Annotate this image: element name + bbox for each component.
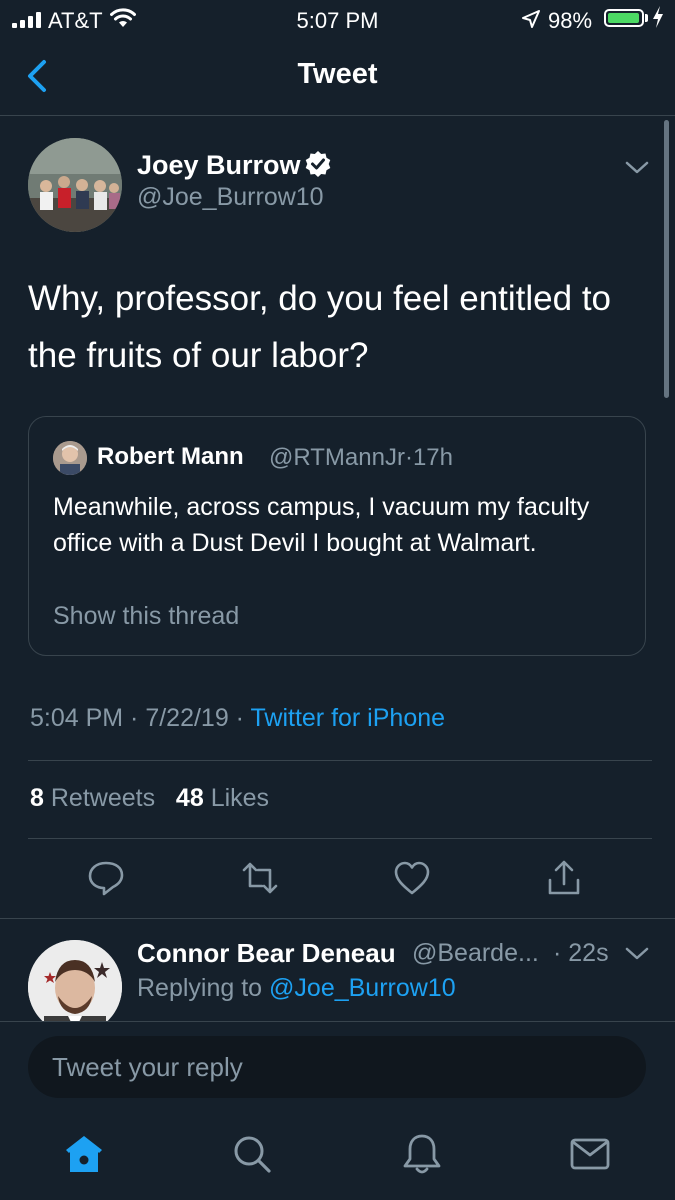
likes-count: 48 — [175, 784, 204, 812]
battery-icon — [604, 9, 644, 27]
messages-icon[interactable] — [568, 1132, 612, 1176]
author-handle[interactable]: @Joe_Burrow10 — [137, 183, 324, 212]
divider — [28, 760, 652, 761]
chevron-down-icon[interactable] — [624, 946, 650, 962]
tweet-text: Why, professor, do you feel entitled to … — [28, 279, 612, 375]
divider — [28, 838, 652, 839]
divider — [0, 918, 675, 919]
home-icon[interactable] — [62, 1132, 106, 1176]
location-arrow-icon — [522, 10, 540, 28]
reply-author-avatar[interactable] — [28, 940, 122, 1034]
replying-to-link[interactable]: @Joe_Burrow10 — [269, 974, 456, 1002]
timestamp-text: 5:04 PM · 7/22/19 · — [30, 704, 251, 732]
retweet-icon[interactable] — [240, 858, 280, 898]
battery-percent: 98% — [548, 8, 593, 33]
retweets-stat[interactable]: 8 Retweets — [30, 784, 155, 812]
replying-prefix: Replying to — [137, 974, 270, 1002]
author-name[interactable]: Joey Burrow — [137, 150, 301, 181]
source-link[interactable]: Twitter for iPhone — [251, 704, 446, 732]
reply-input[interactable]: Tweet your reply — [28, 1036, 646, 1098]
status-bar: AT&T 5:07 PM 98% — [0, 0, 675, 38]
tweet-timestamp: 5:04 PM · 7/22/19 · Twitter for iPhone — [30, 704, 445, 733]
likes-label: Likes — [210, 784, 270, 812]
verified-badge-icon — [305, 151, 331, 177]
page-title: Tweet — [297, 58, 378, 90]
quoted-separator: · — [404, 444, 413, 471]
quoted-tweet[interactable]: Robert Mann @RTMannJr·17h Meanwhile, acr… — [28, 416, 646, 656]
likes-stat[interactable]: 48 Likes — [176, 784, 269, 812]
reply-time: · 22s — [553, 939, 609, 967]
chevron-down-icon[interactable] — [624, 160, 650, 176]
like-icon[interactable] — [392, 858, 432, 898]
charging-bolt-icon — [653, 6, 663, 28]
battery-nub — [645, 14, 648, 22]
replying-to: Replying to @Joe_Burrow10 — [137, 974, 456, 1003]
author-avatar[interactable] — [28, 138, 122, 232]
reply-author-handle[interactable]: @Bearde... — [412, 939, 539, 968]
quoted-author-handle: @RTMannJr — [269, 444, 405, 471]
engagement-stats: 8 Retweets 48 Likes — [30, 784, 269, 813]
search-icon[interactable] — [230, 1132, 274, 1176]
retweets-count: 8 — [30, 784, 44, 812]
reply-icon[interactable] — [86, 858, 126, 898]
reply-author-name[interactable]: Connor Bear Deneau — [137, 938, 396, 969]
quoted-author-name: Robert Mann — [97, 443, 244, 470]
notifications-icon[interactable] — [400, 1132, 444, 1176]
quoted-author-avatar — [53, 441, 87, 475]
scrollbar[interactable] — [664, 120, 669, 398]
quoted-text: Meanwhile, across campus, I vacuum my fa… — [53, 493, 590, 557]
quoted-time: 17h — [412, 444, 453, 471]
nav-bar: Tweet — [0, 38, 675, 116]
quoted-meta: @RTMannJr·17h — [269, 444, 453, 472]
retweets-label: Retweets — [50, 784, 156, 812]
share-icon[interactable] — [544, 858, 584, 898]
show-thread-link[interactable]: Show this thread — [53, 602, 239, 631]
